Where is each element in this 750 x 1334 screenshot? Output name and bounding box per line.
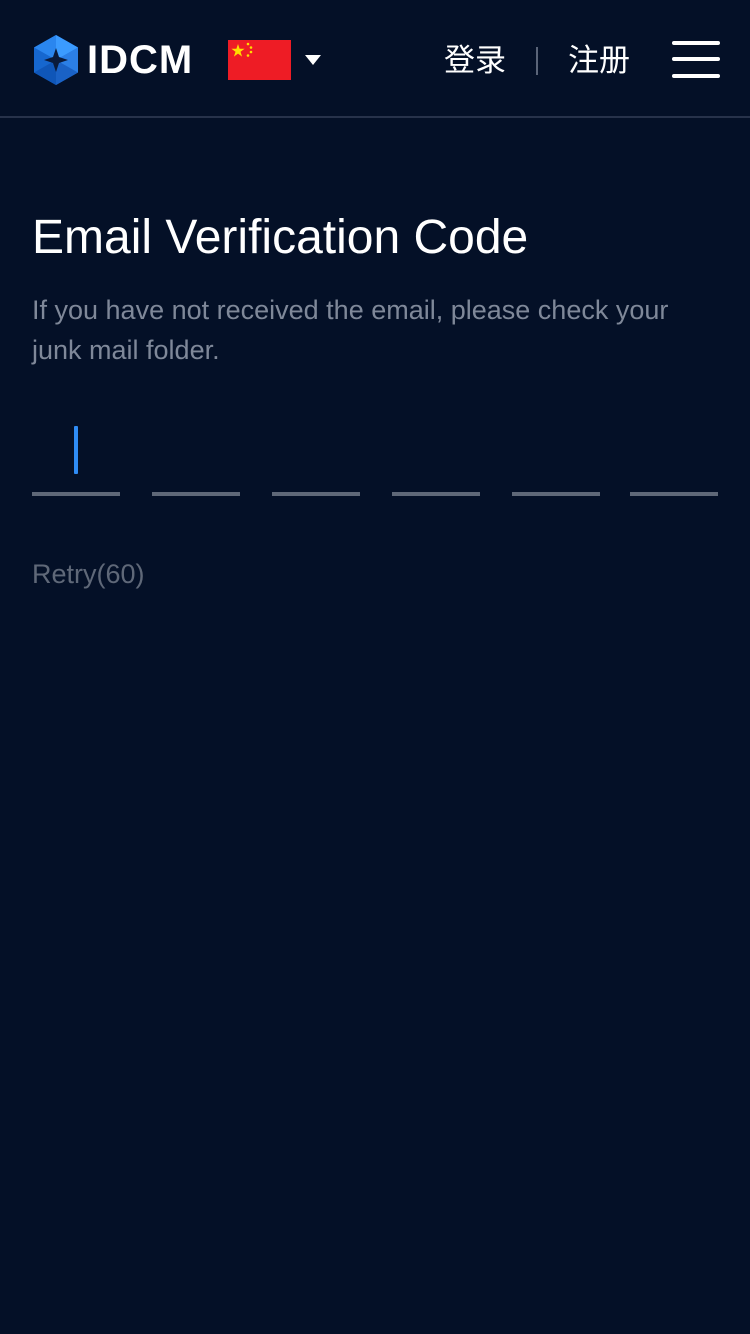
menu-bar	[672, 57, 720, 61]
code-digit-5[interactable]	[512, 410, 600, 496]
code-digit-1[interactable]	[32, 410, 120, 496]
code-digit-4[interactable]	[392, 410, 480, 496]
idcm-logo-icon	[34, 35, 78, 85]
code-digit-6[interactable]	[630, 410, 718, 496]
page-title: Email Verification Code	[32, 211, 529, 264]
top-nav-bar: IDCM 登录 注册	[0, 0, 750, 118]
verification-code-input	[32, 410, 718, 496]
menu-bar	[672, 41, 720, 45]
register-link[interactable]: 注册	[568, 38, 630, 84]
caret-down-icon	[305, 55, 321, 65]
retry-countdown: Retry(60)	[32, 559, 145, 589]
nav-divider	[536, 47, 538, 75]
menu-bar	[672, 74, 720, 78]
code-digit-2[interactable]	[152, 410, 240, 496]
page-subtitle: If you have not received the email, plea…	[32, 295, 669, 365]
brand-name: IDCM	[87, 38, 194, 82]
login-link[interactable]: 登录	[444, 38, 506, 84]
text-cursor	[74, 426, 78, 474]
language-selector[interactable]	[228, 40, 321, 80]
china-flag-icon	[228, 40, 291, 80]
hamburger-menu-icon[interactable]	[672, 41, 720, 79]
brand-logo[interactable]: IDCM	[33, 34, 193, 86]
code-digit-3[interactable]	[272, 410, 360, 496]
